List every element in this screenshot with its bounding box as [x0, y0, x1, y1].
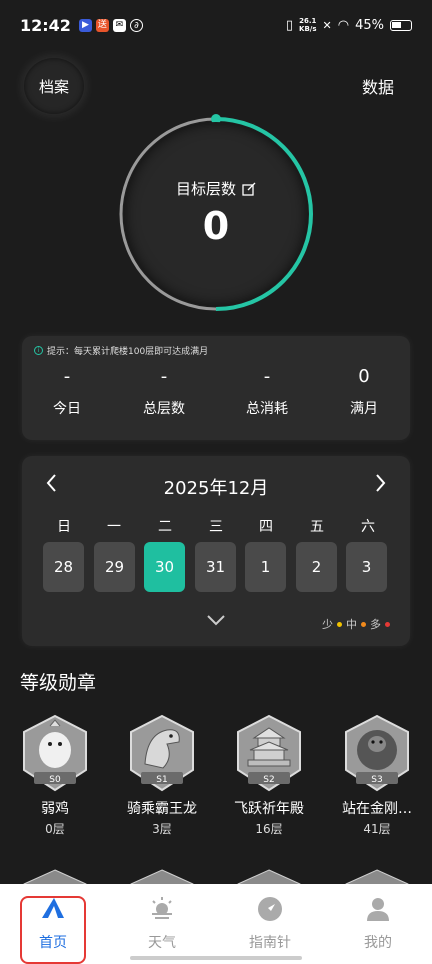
legend-mid-dot: [361, 621, 366, 627]
medal-name: 弱鸡: [41, 801, 69, 817]
weekday-fri: 五: [310, 519, 324, 535]
temple-medal-icon: S2: [234, 714, 304, 794]
data-button[interactable]: 数据: [362, 74, 394, 98]
legend-low-label: 少: [322, 618, 333, 631]
medal-name: 飞跃祈年殿: [234, 801, 304, 817]
archive-button[interactable]: 档案: [24, 58, 84, 114]
notification-icons: ▶ 送 ✉ ∂: [78, 18, 143, 32]
medal-item[interactable]: S3 站在金刚… 41层: [332, 714, 422, 837]
tab-label: 天气: [148, 935, 176, 951]
status-bar: 12:42 ▶ 送 ✉ ∂ ▯ 26.1 KB/s ✕ ◠ 45%: [0, 0, 432, 50]
calendar-day[interactable]: 29: [94, 542, 135, 592]
legend-high-dot: [385, 621, 390, 627]
medal-floor: 3层: [152, 822, 172, 836]
legend-mid-label: 中: [346, 618, 357, 631]
sim-icon: ✕: [322, 18, 332, 32]
tip-text: 提示：每天累计爬楼100层即可达成满月: [47, 347, 209, 357]
weekday-mon: 一: [107, 519, 121, 535]
status-time: 12:42: [20, 15, 71, 35]
legend-low-dot: [337, 621, 342, 627]
vibrate-icon: ▯: [285, 17, 294, 33]
medals-title: 等级勋章: [20, 672, 97, 694]
medal-floor: 16层: [255, 822, 283, 836]
legend-high-label: 多: [370, 618, 381, 631]
svg-text:S1: S1: [156, 775, 167, 785]
chevron-down-icon[interactable]: [206, 614, 226, 630]
stat-total-floors: - 总层数: [119, 364, 209, 418]
stat-value: 0: [358, 366, 370, 387]
tab-label: 我的: [364, 935, 392, 951]
link-app-icon: ∂: [129, 18, 143, 32]
stat-total-calories: - 总消耗: [222, 364, 312, 418]
wifi-icon: ◠: [337, 17, 350, 33]
ring-label-row: 目标层数: [116, 178, 316, 199]
calendar-day[interactable]: 3: [346, 542, 387, 592]
tab-weather[interactable]: 天气: [122, 896, 202, 952]
svg-text:S0: S0: [49, 775, 61, 785]
medal-floor: 0层: [45, 822, 65, 836]
app-notification-icon: 送: [95, 18, 109, 32]
stat-value: -: [63, 366, 71, 387]
ring-value: 0: [202, 204, 230, 248]
stat-label: 总消耗: [246, 401, 288, 417]
edit-icon[interactable]: [242, 182, 256, 196]
chicken-medal-icon: S0: [20, 714, 90, 794]
mail-app-icon: ✉: [112, 18, 126, 32]
weekday-wed: 三: [209, 519, 223, 535]
active-tab-highlight: [20, 896, 86, 964]
calendar-day[interactable]: 2: [296, 542, 337, 592]
medal-item[interactable]: S0 弱鸡 0层: [10, 714, 100, 837]
gesture-bar: [130, 956, 302, 960]
medal-item[interactable]: S1 骑乘霸王龙 3层: [117, 714, 207, 837]
tab-label: 指南针: [249, 935, 291, 951]
target-ring[interactable]: 目标层数 0: [116, 114, 316, 314]
stat-today: - 今日: [22, 364, 112, 418]
dinosaur-medal-icon: S1: [127, 714, 197, 794]
play-app-icon: ▶: [78, 18, 92, 32]
stat-full-moon: 0 满月: [319, 364, 409, 418]
gorilla-medal-icon: S3: [342, 714, 412, 794]
weekday-sun: 日: [57, 519, 71, 535]
compass-icon: [258, 897, 282, 921]
svg-text:S3: S3: [371, 775, 382, 785]
network-speed: 26.1 KB/s: [299, 17, 317, 33]
tab-compass[interactable]: 指南针: [230, 896, 310, 952]
weekday-thu: 四: [259, 519, 273, 535]
tip-row: i 提示：每天累计爬楼100层即可达成满月: [34, 344, 208, 357]
tab-profile[interactable]: 我的: [338, 896, 418, 952]
weekday-sat: 六: [361, 519, 375, 535]
intensity-legend: 少 中 多: [322, 616, 390, 632]
calendar-day[interactable]: 31: [195, 542, 236, 592]
calendar-title: 2025年12月: [163, 478, 269, 499]
svg-text:S2: S2: [263, 775, 274, 785]
calendar-day-selected[interactable]: 30: [144, 542, 185, 592]
medal-item[interactable]: S2 飞跃祈年殿 16层: [224, 714, 314, 837]
stat-label: 满月: [350, 401, 378, 417]
battery-icon: [390, 19, 412, 31]
stat-label: 总层数: [143, 401, 185, 417]
medal-name: 骑乘霸王龙: [127, 801, 197, 817]
weather-icon: [152, 897, 172, 919]
chevron-right-icon[interactable]: [366, 470, 396, 500]
medal-name: 站在金刚…: [342, 801, 412, 817]
calendar-day[interactable]: 28: [43, 542, 84, 592]
weekday-tue: 二: [158, 519, 172, 535]
stat-value: -: [160, 366, 168, 387]
stat-label: 今日: [53, 401, 81, 417]
stats-card: i 提示：每天累计爬楼100层即可达成满月 - 今日 - 总层数 - 总消耗 0…: [22, 336, 410, 440]
calendar-card: 2025年12月 日 一 二 三 四 五 六 28 29 30 31 1 2 3…: [22, 456, 410, 646]
ring-label: 目标层数: [175, 180, 236, 198]
stat-value: -: [263, 366, 271, 387]
calendar-day[interactable]: 1: [245, 542, 286, 592]
medal-floor: 41层: [363, 822, 391, 836]
archive-label: 档案: [38, 77, 69, 96]
profile-icon: [367, 898, 389, 921]
info-icon: i: [34, 346, 43, 355]
battery-percent: 45%: [355, 17, 384, 33]
